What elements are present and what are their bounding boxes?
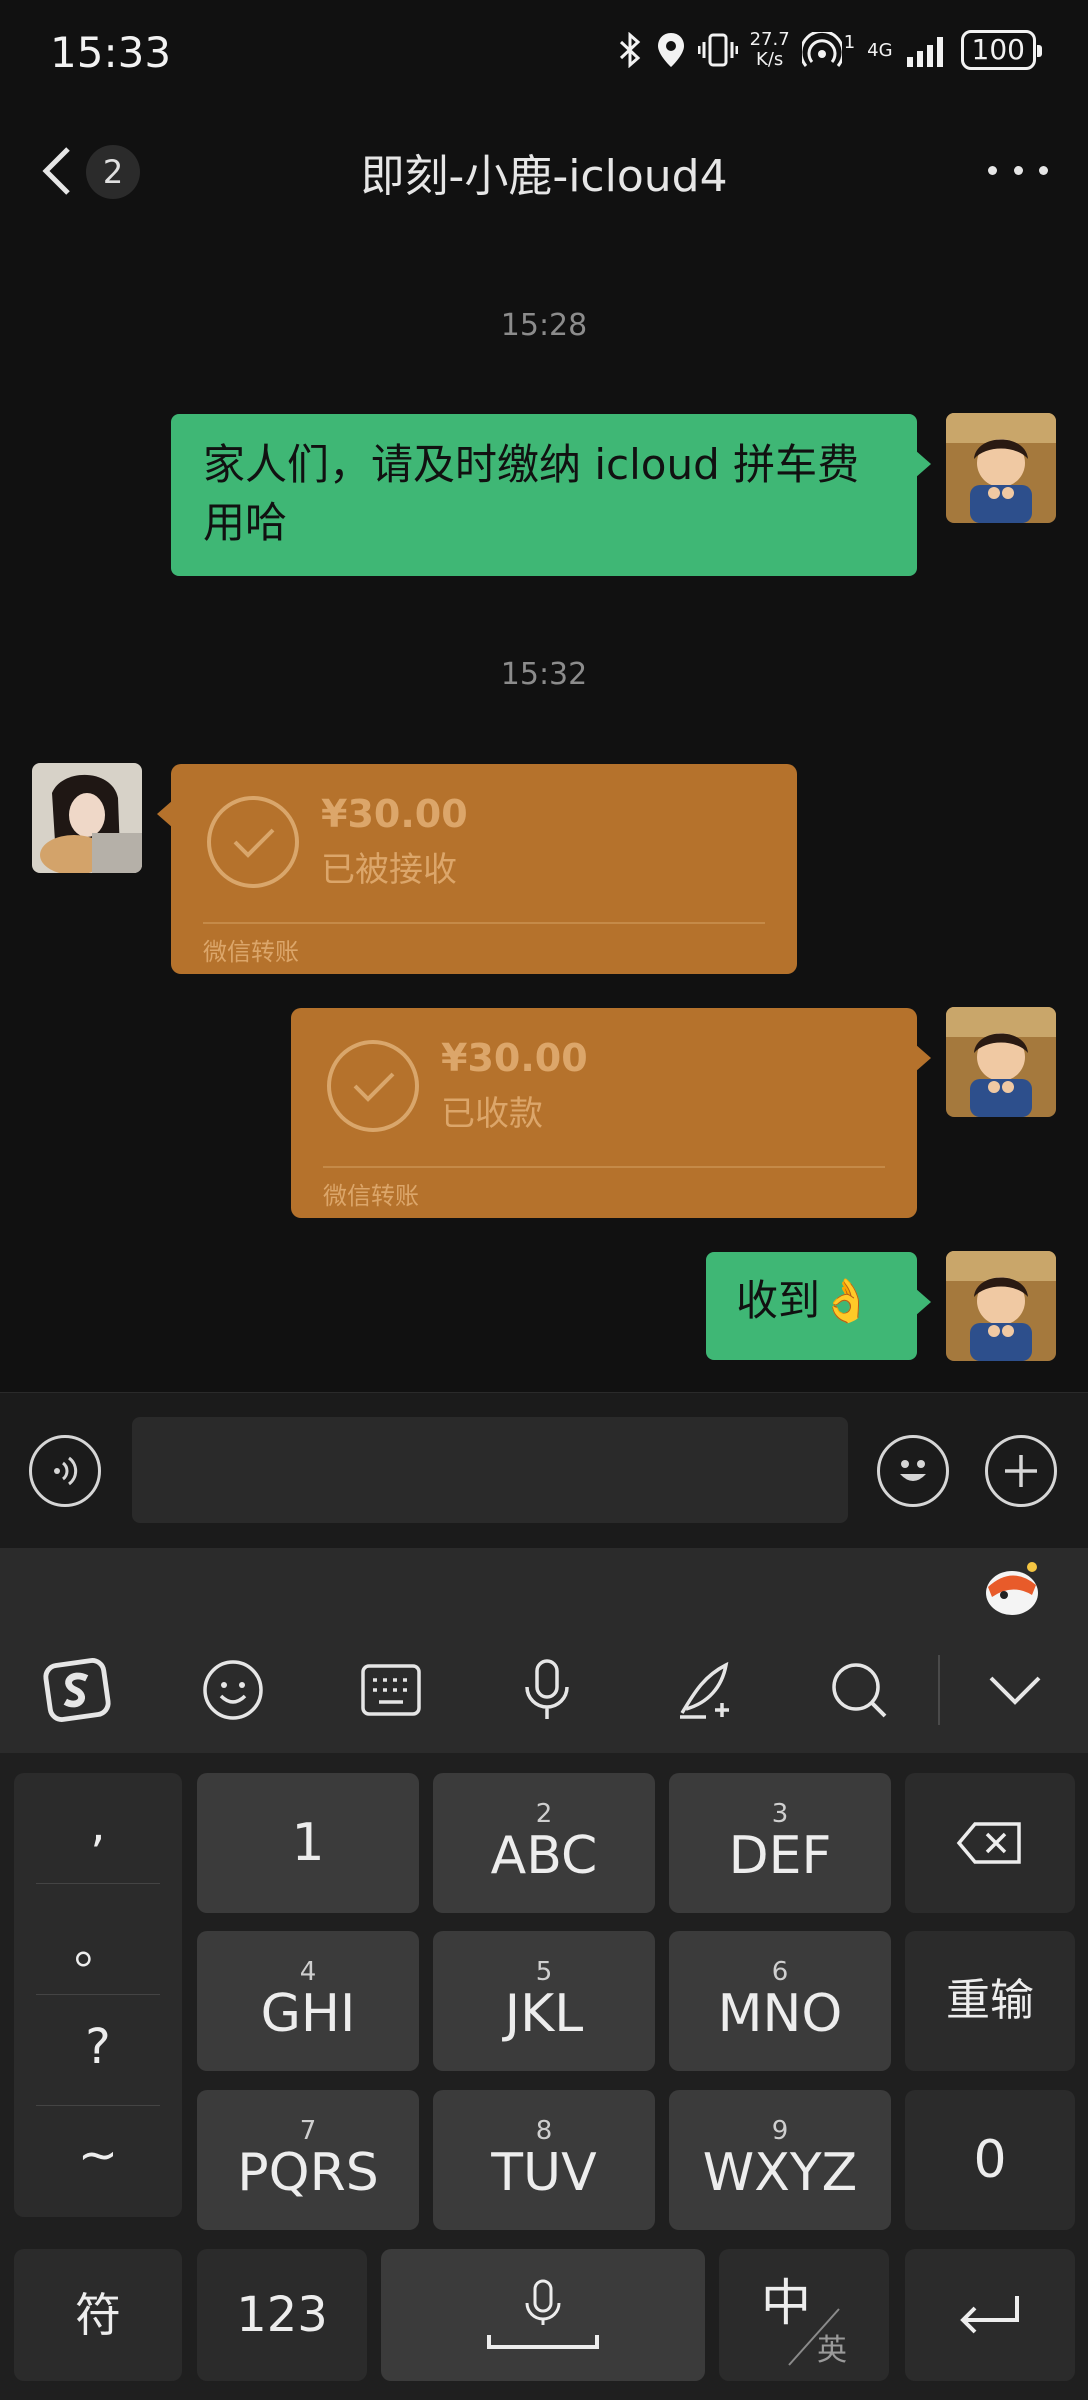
punctuation-column: , 。 ? ~ [14,1773,182,2217]
transfer-status: 已收款 [441,1094,543,1134]
keyboard-layout-icon[interactable] [356,1655,426,1725]
transfer-source: 微信转账 [203,938,299,966]
search-icon[interactable] [824,1655,894,1725]
avatar-self[interactable] [946,1251,1056,1361]
check-icon [327,1040,419,1132]
punct-key[interactable]: 。 [14,1907,182,1977]
status-time: 15:33 [50,28,172,77]
key-label: WXYZ [702,2143,858,2203]
backspace-key[interactable] [905,1773,1075,1913]
key-number: 9 [771,2116,789,2146]
transfer-amount: ¥30.00 [321,792,468,836]
sogou-logo-icon[interactable] [42,1655,112,1725]
key-number: 6 [771,1957,789,1987]
net-speed: 27.7 K/s [750,30,790,70]
network-type: 4G [867,39,893,61]
language-switch-key[interactable]: 中 英 [719,2249,889,2381]
key-label: ABC [490,1826,598,1886]
key-label: 符 [75,2288,121,2342]
hotspot-icon [801,32,842,67]
punct-key[interactable]: ~ [14,2127,182,2183]
key-9[interactable]: 9 WXYZ [669,2090,891,2230]
language-alt: 英 [817,2333,847,2368]
key-1[interactable]: 1 [197,1773,419,1913]
key-label: JKL [504,1984,584,2044]
battery-indicator: 100 [960,30,1043,70]
key-2[interactable]: 2 ABC [433,1773,655,1913]
transfer-card-sent[interactable]: ¥30.00 已收款 微信转账 [291,1008,931,1218]
check-icon [207,796,299,888]
divider [36,1883,160,1884]
timestamp: 15:28 [500,308,588,343]
key-label: MNO [717,1984,843,2044]
backspace-icon [956,1822,1021,1864]
key-number: 2 [535,1799,553,1829]
enter-key[interactable] [905,2249,1075,2381]
key-number: 4 [299,1957,317,1987]
key-4[interactable]: 4 GHI [197,1931,419,2071]
key-label: PQRS [237,2143,379,2203]
key-label: 0 [973,2130,1007,2190]
transfer-card-received[interactable]: ¥30.00 已被接收 微信转账 [157,764,797,974]
status-icons: 27.7 K/s 1 4G 100 [618,30,1043,70]
vibrate-icon [697,33,738,67]
key-0[interactable]: 0 [905,2090,1075,2230]
key-3[interactable]: 3 DEF [669,1773,891,1913]
key-label: 重输 [946,1975,1034,2026]
key-label: 123 [236,2287,328,2343]
divider [323,1166,885,1168]
voice-input-icon[interactable] [29,1435,101,1507]
avatar-self[interactable] [946,413,1056,523]
key-label: DEF [728,1826,832,1886]
transfer-status: 已被接收 [321,850,457,890]
enter-icon [960,2296,1019,2334]
key-label: TUV [491,2143,597,2203]
avatar-contact[interactable] [32,763,142,873]
emoji-icon[interactable] [877,1435,949,1507]
emoji-keyboard-icon[interactable] [198,1655,268,1725]
key-6[interactable]: 6 MNO [669,1931,891,2071]
message-input[interactable] [132,1417,848,1523]
key-number: 8 [535,2116,553,2146]
bluetooth-icon [619,32,640,68]
signal-icon [906,37,943,67]
key-number: 3 [771,1799,789,1829]
key-7[interactable]: 7 PQRS [197,2090,419,2230]
handwriting-icon[interactable] [670,1655,740,1725]
voice-space-icon [487,2279,599,2349]
microphone-icon[interactable] [512,1655,582,1725]
message-bubble-sent[interactable]: 收到👌 [706,1252,931,1360]
add-icon[interactable] [985,1435,1057,1507]
divider [36,2105,160,2106]
key-number: 7 [299,2116,317,2146]
net-speed-value: 27.7 [749,29,790,50]
transfer-amount: ¥30.00 [441,1036,588,1080]
net-speed-unit: K/s [756,49,784,70]
space-key[interactable] [381,2249,705,2381]
chat-title: 即刻-小鹿-icloud4 [360,151,728,202]
key-label: 1 [291,1813,325,1873]
toolbar-divider [938,1655,940,1725]
punct-key[interactable]: , [14,1797,182,1853]
collapse-keyboard-icon[interactable] [980,1655,1050,1725]
key-label: GHI [260,1984,356,2044]
mascot-icon[interactable] [980,1555,1044,1619]
reinput-key[interactable]: 重输 [905,1931,1075,2071]
key-5[interactable]: 5 JKL [433,1931,655,2071]
key-8[interactable]: 8 TUV [433,2090,655,2230]
punct-key[interactable]: ? [14,2019,182,2075]
timestamp: 15:32 [500,657,588,692]
divider [203,922,765,924]
location-icon [657,33,684,67]
hotspot-count: 1 [843,31,856,53]
message-bubble-sent[interactable]: 家人们，请及时缴纳 icloud 拼车费用哈 [171,414,931,576]
avatar-self[interactable] [946,1007,1056,1117]
divider [36,1994,160,1995]
more-options-button[interactable] [988,150,1048,190]
key-number: 5 [535,1957,553,1987]
transfer-source: 微信转账 [323,1182,419,1210]
numbers-key[interactable]: 123 [197,2249,367,2381]
symbol-key[interactable]: 符 [14,2249,182,2381]
